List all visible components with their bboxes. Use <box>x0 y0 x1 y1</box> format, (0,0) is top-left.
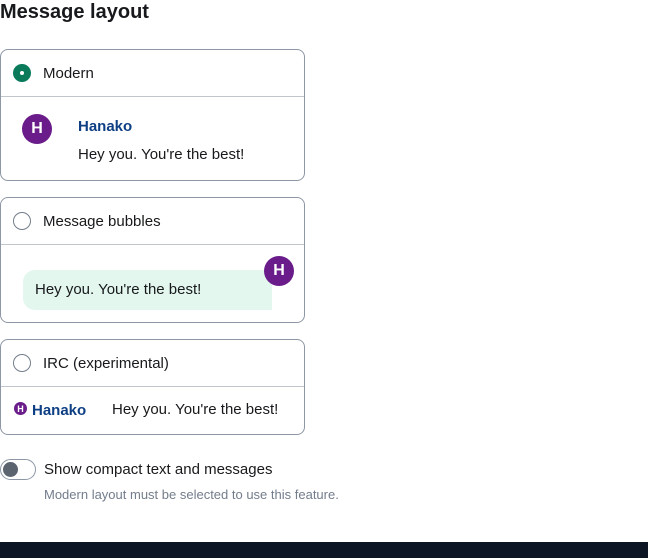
compact-toggle[interactable] <box>0 459 36 480</box>
avatar: H <box>264 256 294 286</box>
compact-toggle-label: Show compact text and messages <box>44 461 273 478</box>
layout-option-bubbles[interactable]: Message bubbles Hey you. You're the best… <box>0 197 305 323</box>
layout-option-irc[interactable]: IRC (experimental) H Hanako Hey you. You… <box>0 339 305 435</box>
section-title: Message layout <box>0 1 149 23</box>
avatar: H <box>14 402 27 415</box>
modern-label: Modern <box>43 64 94 82</box>
layout-option-modern[interactable]: Modern H Hanako Hey you. You're the best… <box>0 49 305 181</box>
footer-bar <box>0 542 648 558</box>
irc-label: IRC (experimental) <box>43 354 169 372</box>
avatar: H <box>22 114 52 144</box>
irc-radio[interactable] <box>13 354 31 372</box>
message-text: Hey you. You're the best! <box>112 401 279 418</box>
message-text: Hey you. You're the best! <box>35 281 202 298</box>
layout-option-modern-header[interactable]: Modern <box>1 50 304 97</box>
message-text: Hey you. You're the best! <box>78 146 245 163</box>
layout-option-bubbles-header[interactable]: Message bubbles <box>1 198 304 245</box>
sender-name: Hanako <box>78 118 133 135</box>
bubbles-radio[interactable] <box>13 212 31 230</box>
bubbles-label: Message bubbles <box>43 212 161 230</box>
layout-option-irc-header[interactable]: IRC (experimental) <box>1 340 304 387</box>
modern-radio[interactable] <box>13 64 31 82</box>
sender-name: Hanako <box>32 402 87 419</box>
compact-toggle-help: Modern layout must be selected to use th… <box>44 487 339 502</box>
message-bubble: Hey you. You're the best! <box>23 270 272 310</box>
toggle-knob <box>3 462 18 477</box>
